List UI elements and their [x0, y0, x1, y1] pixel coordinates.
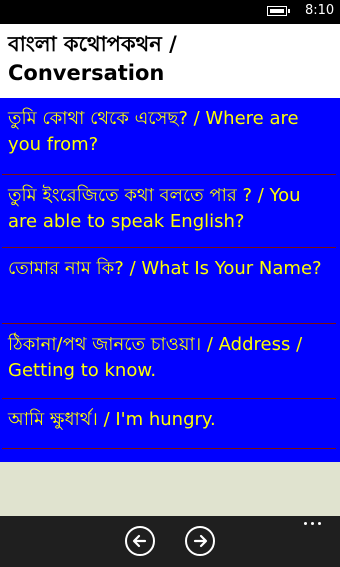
status-bar: 8:10	[0, 0, 340, 24]
battery-icon	[267, 6, 290, 16]
phrase-item[interactable]: তুমি কোথা থেকে এসেছ? / Where are you fro…	[2, 98, 336, 175]
phrase-item[interactable]: তোমার নাম কি? / What Is Your Name?	[2, 248, 336, 324]
status-time: 8:10	[305, 3, 335, 18]
phrase-list[interactable]: তুমি কোথা থেকে এসেছ? / Where are you fro…	[0, 98, 340, 462]
arrow-left-icon	[132, 534, 147, 548]
back-button[interactable]	[125, 526, 155, 556]
phrase-item[interactable]: ঠিকানা/পথ জানতে চাওয়া। / Address / Gett…	[2, 324, 336, 399]
arrow-right-icon	[193, 534, 208, 548]
forward-button[interactable]	[185, 526, 215, 556]
phrase-item[interactable]: তুমি ইংরেজিতে কথা বলতে পার ? / You are a…	[2, 175, 336, 248]
more-dots-icon[interactable]	[304, 520, 324, 528]
page-title: বাংলা কথোপকথন / Conversation	[8, 32, 177, 85]
phrase-text: ঠিকানা/পথ জানতে চাওয়া। / Address / Gett…	[8, 334, 303, 381]
phrase-text: তোমার নাম কি? / What Is Your Name?	[8, 258, 322, 279]
app-bar	[0, 516, 340, 567]
page-header: বাংলা কথোপকথন / Conversation	[0, 24, 340, 98]
phrase-text: তুমি কোথা থেকে এসেছ? / Where are you fro…	[8, 108, 299, 155]
phrase-text: আমি ক্ষুধার্থ। / I'm hungry.	[8, 409, 216, 430]
footer-panel	[0, 462, 340, 516]
phrase-item[interactable]: আমি ক্ষুধার্থ। / I'm hungry.	[2, 399, 336, 449]
phrase-text: তুমি ইংরেজিতে কথা বলতে পার ? / You are a…	[8, 185, 301, 232]
